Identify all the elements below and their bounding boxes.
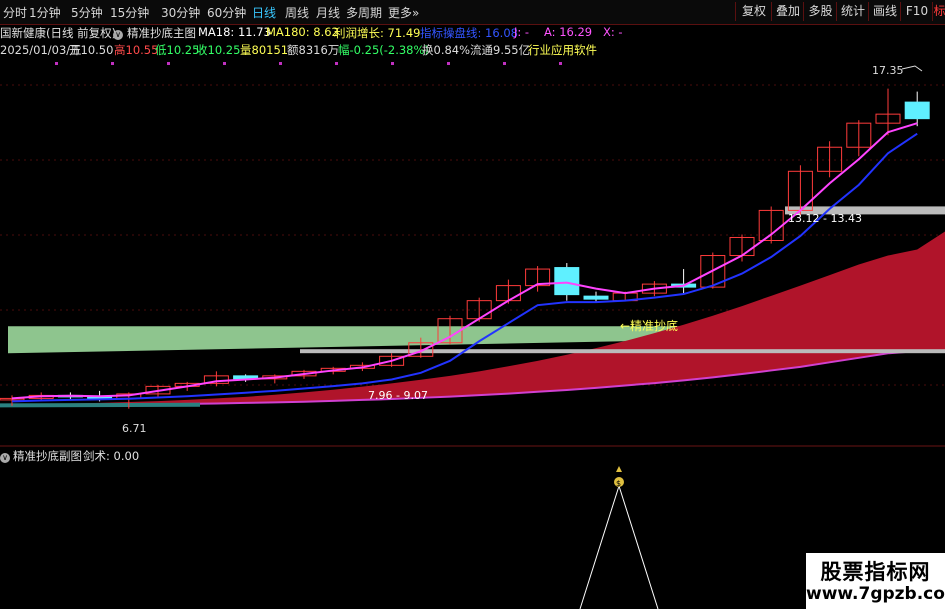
sub-signal-star-icon — [616, 466, 622, 472]
top-marker-0 — [55, 62, 58, 65]
watermark: 股票指标网 www.7gpzb.com — [806, 553, 945, 609]
turnover: 换0.84% — [422, 43, 471, 57]
profit-value: 利润增长: 71.49 — [334, 26, 421, 40]
float-shares: 流通9.55亿 — [470, 43, 531, 57]
open-price: 开10.50 — [69, 43, 114, 57]
tab-timeframe-3[interactable]: 15分钟 — [110, 4, 149, 21]
toolbar-button-4[interactable]: 画线 — [868, 2, 901, 21]
top-marker-5 — [335, 62, 338, 65]
tab-timeframe-2[interactable]: 5分钟 — [71, 4, 103, 21]
toolbar-button-1[interactable]: 叠加 — [771, 2, 804, 21]
amount: 额8316万 — [287, 43, 340, 57]
candle-body-20 — [583, 295, 609, 300]
annotation-range-high: 13.12 - 13.43 — [788, 212, 862, 225]
toolbar-button-2[interactable]: 多股 — [803, 2, 837, 21]
ma180-value: MA180: 8.62 — [266, 25, 339, 39]
top-marker-6 — [391, 62, 394, 65]
period-toolbar: 分时 1分钟 5分钟 15分钟 30分钟 60分钟 日线 周线 月线 多周期 更多» 复权 叠加 多股 统计… — [0, 0, 945, 25]
sub-settings-icon[interactable]: ∨ — [0, 448, 10, 463]
toolbar-button-6[interactable]: 标 — [932, 2, 945, 21]
industry: 行业应用软件 — [528, 43, 597, 57]
top-marker-9 — [559, 62, 562, 65]
annotation-signal-text: ←精准抄底 — [620, 318, 678, 333]
volume: 量80151 — [240, 43, 289, 57]
annotation-range-low: 7.96 - 9.07 — [368, 389, 428, 402]
indicator-name[interactable]: 精准抄底主图 — [127, 25, 196, 41]
support-line-low — [300, 349, 945, 354]
sub-signal-line — [579, 484, 659, 609]
a-value: A: 16.29 — [544, 25, 593, 39]
tab-timeframe-9[interactable]: 多周期 — [346, 4, 382, 21]
stock-name[interactable]: 国新健康(日线 前复权) — [0, 25, 116, 41]
watermark-url: www.7gpzb.com — [806, 584, 945, 604]
cloud-base-line — [0, 402, 201, 408]
ma18-value: MA18: 11.73 — [198, 25, 271, 39]
close-price: 收10.25 — [196, 43, 241, 57]
x-value: X: - — [603, 25, 623, 39]
top-marker-2 — [167, 62, 170, 65]
top-marker-4 — [279, 62, 282, 65]
top-marker-7 — [447, 62, 450, 65]
sword-value: 剑术: 0.00 — [83, 449, 140, 463]
toolbar-button-0[interactable]: 复权 — [735, 2, 772, 21]
tab-timeframe-6[interactable]: 日线 — [252, 4, 276, 21]
annotation-high-arrow — [901, 65, 923, 72]
sub-panel-title[interactable]: 精准抄底副图 — [13, 448, 82, 464]
tab-timeframe-5[interactable]: 60分钟 — [207, 4, 246, 21]
indicator-settings-icon[interactable]: ∨ — [113, 25, 123, 40]
tab-timeframe-1[interactable]: 1分钟 — [29, 4, 61, 21]
high-price: 高10.55 — [114, 43, 159, 57]
top-marker-3 — [223, 62, 226, 65]
candle-body-19 — [554, 267, 580, 296]
low-price: 低10.25 — [155, 43, 200, 57]
annotation-high-price: 17.35 — [872, 64, 904, 77]
toolbar-button-5[interactable]: F10 — [900, 2, 933, 21]
change: 幅-0.25(-2.38%) — [338, 43, 429, 57]
tab-timeframe-8[interactable]: 月线 — [316, 4, 340, 21]
candle-body-31 — [904, 101, 930, 120]
operation-line-value: 指标操盘线: 16.08 — [420, 26, 518, 40]
toolbar-button-3[interactable]: 统计 — [836, 2, 869, 21]
top-marker-1 — [111, 62, 114, 65]
tab-timeframe-7[interactable]: 周线 — [285, 4, 309, 21]
tab-timeframe-4[interactable]: 30分钟 — [161, 4, 200, 21]
annotation-low-price: 6.71 — [122, 422, 147, 435]
sub-signal-marker-text: $ — [616, 479, 621, 488]
kline-chart[interactable]: 17.35 6.71 7.96 - 9.07 13.12 - 13.43 ←精准抄底 $ — [0, 0, 945, 609]
tab-timeframe-10[interactable]: 更多» — [388, 4, 419, 21]
top-marker-8 — [503, 62, 506, 65]
tab-timeframe-0[interactable]: 分时 — [3, 4, 27, 21]
j-value: J: - — [514, 25, 530, 39]
watermark-title: 股票指标网 — [820, 560, 931, 584]
